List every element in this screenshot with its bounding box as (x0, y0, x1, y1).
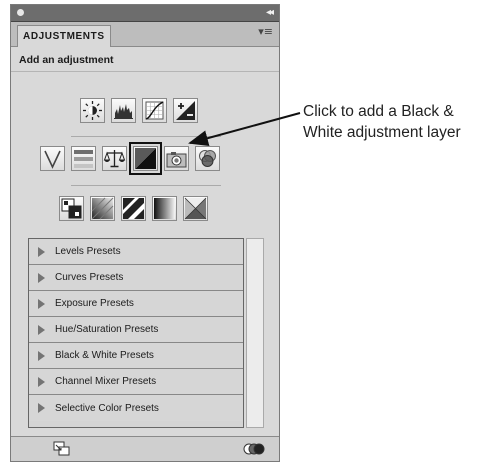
channel-mixer-icon[interactable] (195, 146, 220, 171)
curves-icon[interactable] (142, 98, 167, 123)
callout-line-1: Click to add a Black & (303, 103, 454, 120)
adjustments-panel: ◂◂ ADJUSTMENTS ▾≡ Add an adjustment Leve… (10, 4, 280, 462)
vibrance-icon[interactable] (40, 146, 65, 171)
collapse-icon[interactable]: ◂◂ (266, 5, 274, 21)
preset-label: Levels Presets (55, 246, 121, 257)
photo-filter-icon[interactable] (164, 146, 189, 171)
exposure-icon[interactable] (173, 98, 198, 123)
clip-to-layer-icon[interactable] (53, 441, 71, 457)
preset-item-exposure[interactable]: Exposure Presets (29, 291, 243, 317)
icon-row-1 (80, 98, 198, 123)
posterize-icon[interactable] (90, 196, 115, 221)
preset-item-channel-mixer[interactable]: Channel Mixer Presets (29, 369, 243, 395)
black-white-icon[interactable] (129, 142, 162, 175)
preset-label: Black & White Presets (55, 350, 154, 361)
threshold-icon[interactable] (121, 196, 146, 221)
preset-item-black-white[interactable]: Black & White Presets (29, 343, 243, 369)
callout-text: Click to add a Black & White adjustment … (303, 101, 493, 143)
preset-label: Curves Presets (55, 272, 124, 283)
tab-strip: ADJUSTMENTS ▾≡ (11, 22, 279, 47)
presets-list: Levels Presets Curves Presets Exposure P… (28, 238, 244, 428)
presets-scrollbar[interactable] (246, 238, 264, 428)
preset-item-levels[interactable]: Levels Presets (29, 239, 243, 265)
panel-subtitle: Add an adjustment (19, 54, 114, 66)
brightness-contrast-icon[interactable] (80, 98, 105, 123)
expand-triangle-icon[interactable] (38, 246, 45, 257)
icon-separator (71, 136, 221, 137)
preset-label: Channel Mixer Presets (55, 376, 157, 387)
preset-label: Exposure Presets (55, 298, 134, 309)
divider (11, 71, 279, 72)
icon-row-2 (40, 142, 220, 175)
close-panel-icon[interactable] (17, 9, 24, 16)
expand-triangle-icon[interactable] (38, 298, 45, 309)
panel-menu-icon[interactable]: ▾≡ (258, 25, 273, 38)
icon-row-3 (59, 196, 208, 221)
selective-color-icon[interactable] (183, 196, 208, 221)
preset-item-selective-color[interactable]: Selective Color Presets (29, 395, 243, 421)
callout-line-2: White adjustment layer (303, 124, 461, 141)
expand-triangle-icon[interactable] (38, 376, 45, 387)
icon-separator (71, 185, 221, 186)
expand-triangle-icon[interactable] (38, 350, 45, 361)
expand-triangle-icon[interactable] (38, 324, 45, 335)
panel-titlebar[interactable]: ◂◂ (11, 5, 279, 22)
preset-item-hue-saturation[interactable]: Hue/Saturation Presets (29, 317, 243, 343)
preset-label: Selective Color Presets (55, 402, 159, 414)
tab-adjustments[interactable]: ADJUSTMENTS (17, 25, 111, 47)
panel-footer (11, 436, 279, 461)
gradient-map-icon[interactable] (152, 196, 177, 221)
hue-saturation-icon[interactable] (71, 146, 96, 171)
expand-triangle-icon[interactable] (38, 403, 45, 413)
preset-label: Hue/Saturation Presets (55, 324, 159, 335)
visibility-options-icon[interactable] (243, 441, 265, 457)
color-balance-icon[interactable] (102, 146, 127, 171)
expand-triangle-icon[interactable] (38, 272, 45, 283)
levels-icon[interactable] (111, 98, 136, 123)
preset-item-curves[interactable]: Curves Presets (29, 265, 243, 291)
invert-icon[interactable] (59, 196, 84, 221)
